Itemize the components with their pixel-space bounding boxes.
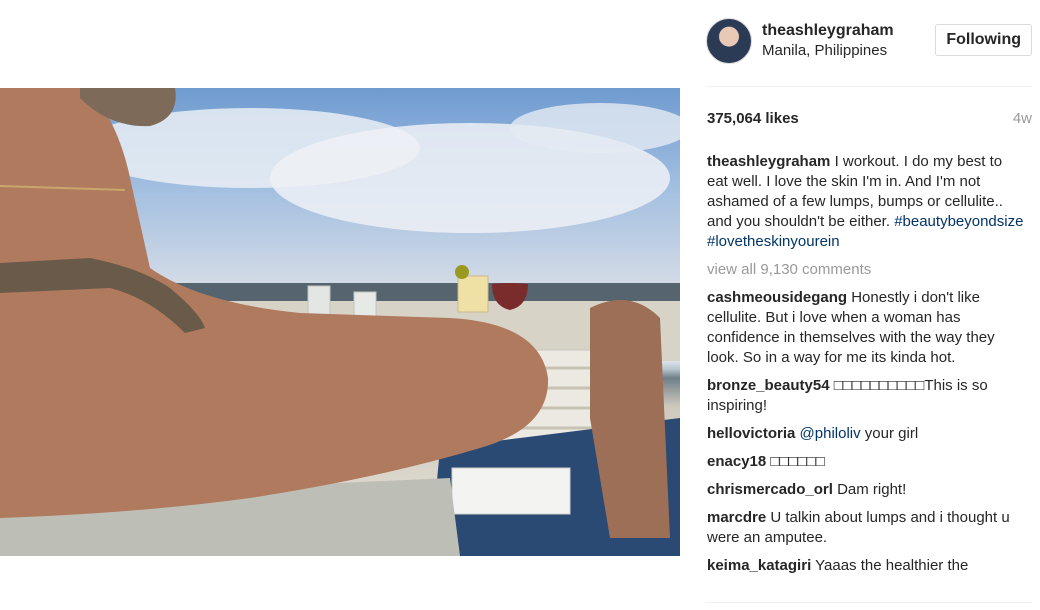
- caption-author[interactable]: theashleygraham: [707, 153, 830, 170]
- comment-text: Yaaas the healthier the: [815, 557, 969, 574]
- following-button[interactable]: Following: [935, 24, 1032, 56]
- comment-item: marcdre U talkin about lumps and i thoug…: [707, 508, 1025, 548]
- comment-author[interactable]: marcdre: [707, 509, 766, 526]
- comment-item: enacy18 □□□□□□: [707, 452, 1025, 472]
- likes-count[interactable]: 375,064 likes: [707, 110, 799, 127]
- comment-text: your girl: [864, 425, 919, 442]
- profile-avatar[interactable]: [706, 18, 752, 64]
- bottom-divider: [706, 602, 1032, 603]
- caption: theashleygraham I workout. I do my best …: [707, 152, 1025, 252]
- post-age[interactable]: 4w: [1013, 110, 1032, 127]
- comment-author[interactable]: bronze_beauty54: [707, 377, 830, 394]
- comment-item: chrismercado_orl Dam right!: [707, 480, 1025, 500]
- view-all-comments-link[interactable]: view all 9,130 comments: [707, 260, 1025, 280]
- author-username[interactable]: theashleygraham: [762, 22, 894, 40]
- comment-author[interactable]: keima_katagiri: [707, 557, 811, 574]
- comment-author[interactable]: chrismercado_orl: [707, 481, 833, 498]
- comment-author[interactable]: hellovictoria: [707, 425, 795, 442]
- comment-author[interactable]: cashmeousidegang: [707, 289, 847, 306]
- comment-item: hellovictoria @philoliv your girl: [707, 424, 1025, 444]
- comment-item: cashmeousidegang Honestly i don't like c…: [707, 288, 1025, 368]
- comment-text: Dam right!: [837, 481, 907, 498]
- post-header: theashleygraham Manila, Philippines Foll…: [706, 16, 1032, 70]
- comment-text: □□□□□□: [770, 453, 825, 470]
- comment-item: keima_katagiri Yaaas the healthier the: [707, 556, 1025, 576]
- comment-item: bronze_beauty54 □□□□□□□□□□This is so ins…: [707, 376, 1025, 416]
- post-location[interactable]: Manila, Philippines: [762, 42, 887, 59]
- beach-scene: [0, 88, 680, 556]
- comment-author[interactable]: enacy18: [707, 453, 766, 470]
- comments-list: theashleygraham I workout. I do my best …: [707, 152, 1025, 584]
- comment-mention[interactable]: @philoliv: [800, 425, 861, 442]
- header-divider: [706, 86, 1032, 87]
- post-photo[interactable]: [0, 88, 680, 556]
